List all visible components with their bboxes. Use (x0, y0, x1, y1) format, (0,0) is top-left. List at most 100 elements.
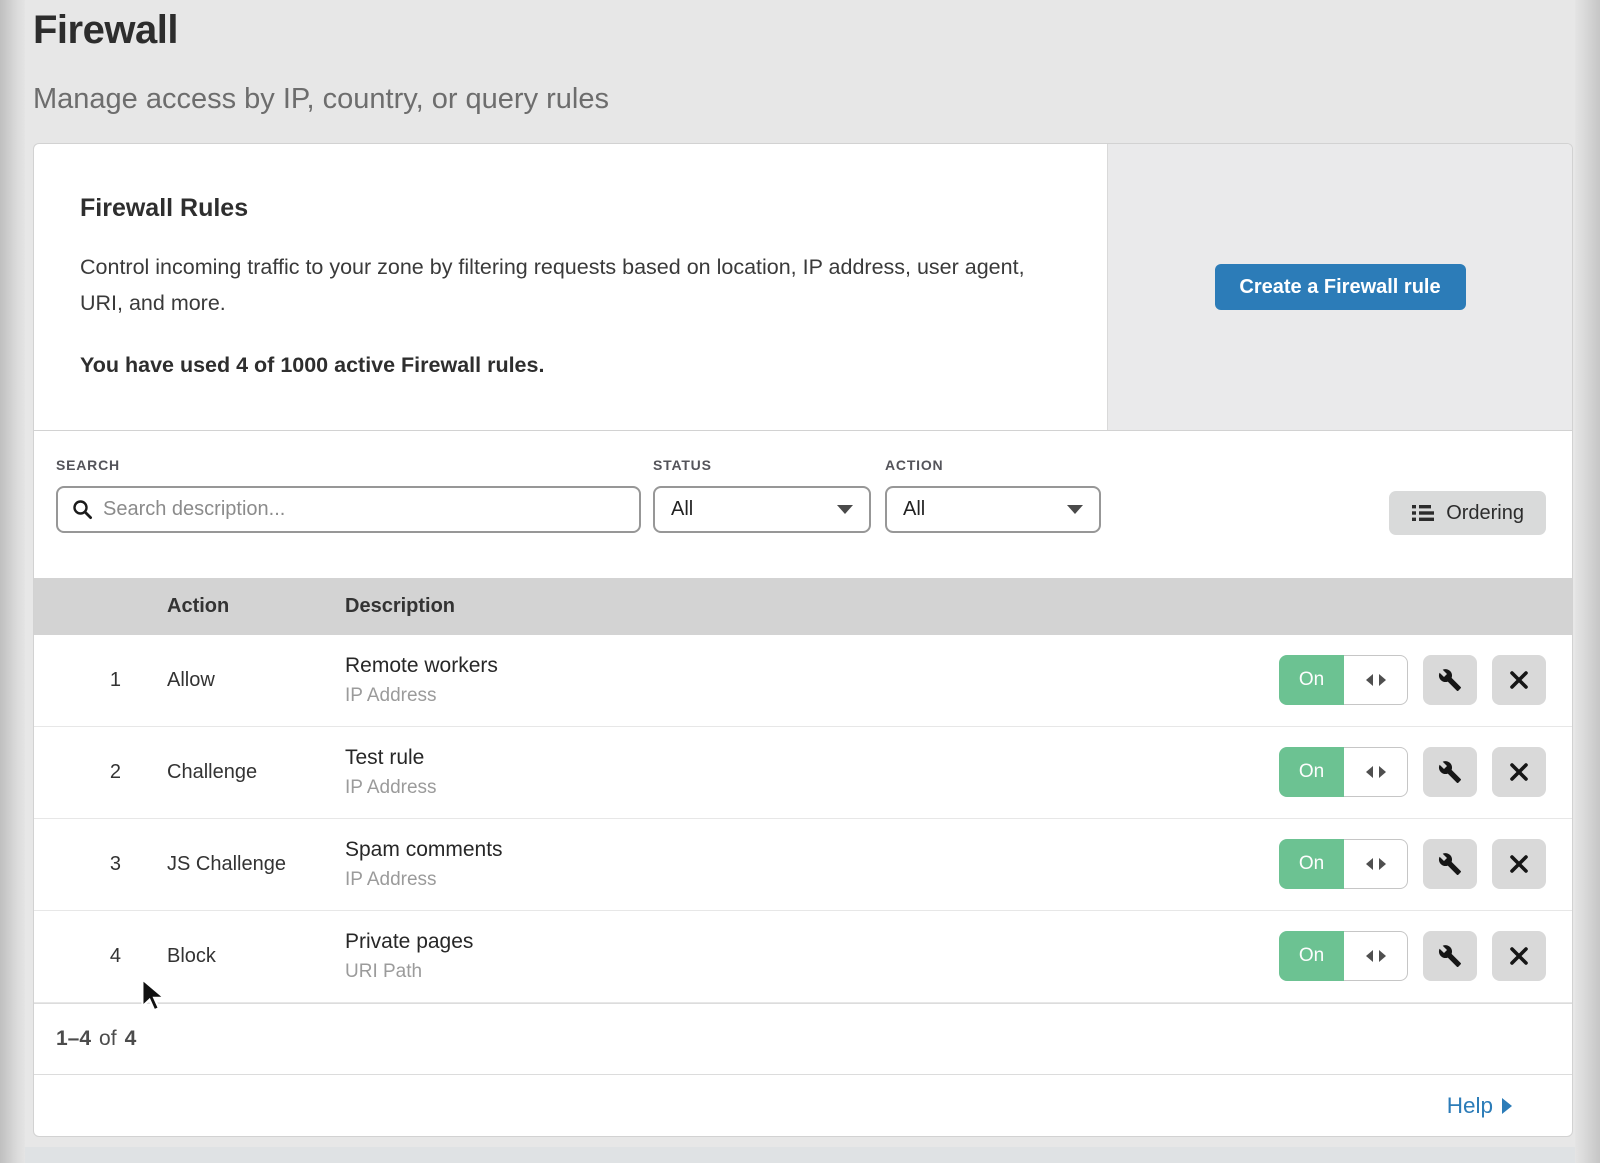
x-icon (1508, 669, 1530, 691)
right-triangle-icon (1502, 1098, 1512, 1114)
column-header-action: Action (167, 595, 345, 618)
x-icon (1508, 853, 1530, 875)
wrench-icon (1438, 760, 1462, 784)
rule-description: Private pages (345, 930, 1279, 954)
pagination-of: of (99, 1027, 117, 1051)
status-label: STATUS (653, 457, 871, 473)
x-icon (1508, 945, 1530, 967)
rule-controls: On (1279, 931, 1546, 981)
table-row: 1 Allow Remote workers IP Address On (34, 635, 1572, 727)
rules-table-body: 1 Allow Remote workers IP Address On (34, 635, 1572, 1003)
filters-bar: SEARCH STATUS All ACTION All (34, 431, 1572, 578)
page-title: Firewall (33, 8, 609, 53)
edit-rule-button[interactable] (1423, 839, 1477, 889)
status-select[interactable]: All (653, 486, 871, 533)
rule-priority: 4 (34, 945, 121, 968)
left-right-arrows-icon (1344, 839, 1408, 889)
window-right-edge (1575, 0, 1600, 1163)
rule-controls: On (1279, 839, 1546, 889)
toggle-state-label: On (1279, 747, 1344, 797)
rule-enabled-toggle[interactable]: On (1279, 655, 1408, 705)
left-right-arrows-icon (1344, 655, 1408, 705)
toggle-state-label: On (1279, 931, 1344, 981)
left-right-arrows-icon (1344, 747, 1408, 797)
delete-rule-button[interactable] (1492, 655, 1546, 705)
rule-description-cell: Spam comments IP Address (345, 838, 1279, 891)
search-icon (72, 499, 93, 520)
rule-description: Spam comments (345, 838, 1279, 862)
pagination: 1–4 of 4 (34, 1003, 1572, 1075)
caret-down-icon (837, 505, 853, 514)
rule-match-type: IP Address (345, 685, 1279, 707)
card-footer: Help (34, 1074, 1572, 1136)
search-input-wrap (56, 486, 641, 533)
create-firewall-rule-button[interactable]: Create a Firewall rule (1215, 264, 1466, 310)
pagination-range: 1–4 (56, 1027, 91, 1051)
rule-action: Block (167, 945, 345, 968)
rule-match-type: IP Address (345, 777, 1279, 799)
rule-controls: On (1279, 747, 1546, 797)
rule-action: JS Challenge (167, 853, 345, 876)
status-filter: STATUS All (653, 457, 871, 533)
firewall-rules-summary: Firewall Rules Control incoming traffic … (34, 144, 1107, 430)
action-select[interactable]: All (885, 486, 1101, 533)
rule-enabled-toggle[interactable]: On (1279, 839, 1408, 889)
firewall-rules-card: Firewall Rules Control incoming traffic … (33, 143, 1573, 430)
pagination-total: 4 (125, 1027, 137, 1051)
delete-rule-button[interactable] (1492, 931, 1546, 981)
table-row: 3 JS Challenge Spam comments IP Address … (34, 819, 1572, 911)
rules-usage-text: You have used 4 of 1000 active Firewall … (80, 353, 1047, 378)
page-subtitle: Manage access by IP, country, or query r… (33, 83, 609, 116)
rule-action: Allow (167, 669, 345, 692)
ordering-button[interactable]: Ordering (1389, 491, 1546, 535)
wrench-icon (1438, 944, 1462, 968)
wrench-icon (1438, 852, 1462, 876)
search-filter: SEARCH (56, 457, 641, 533)
card-title: Firewall Rules (80, 194, 1047, 223)
status-selected-value: All (671, 498, 693, 521)
rule-priority: 1 (34, 669, 121, 692)
rule-priority: 3 (34, 853, 121, 876)
action-selected-value: All (903, 498, 925, 521)
rule-controls: On (1279, 655, 1546, 705)
caret-down-icon (1067, 505, 1083, 514)
rule-description-cell: Private pages URI Path (345, 930, 1279, 983)
table-row: 4 Block Private pages URI Path On (34, 911, 1572, 1003)
rule-enabled-toggle[interactable]: On (1279, 931, 1408, 981)
edit-rule-button[interactable] (1423, 747, 1477, 797)
create-rule-panel: Create a Firewall rule (1107, 144, 1572, 430)
action-filter: ACTION All (885, 457, 1101, 533)
x-icon (1508, 761, 1530, 783)
search-input[interactable] (103, 498, 625, 521)
rule-match-type: IP Address (345, 869, 1279, 891)
left-right-arrows-icon (1344, 931, 1408, 981)
page-header: Firewall Manage access by IP, country, o… (33, 8, 609, 116)
delete-rule-button[interactable] (1492, 839, 1546, 889)
wrench-icon (1438, 668, 1462, 692)
rule-description-cell: Remote workers IP Address (345, 654, 1279, 707)
rule-action: Challenge (167, 761, 345, 784)
toggle-state-label: On (1279, 839, 1344, 889)
delete-rule-button[interactable] (1492, 747, 1546, 797)
action-label: ACTION (885, 457, 1101, 473)
help-link[interactable]: Help (1447, 1093, 1512, 1119)
rule-description-cell: Test rule IP Address (345, 746, 1279, 799)
rule-priority: 2 (34, 761, 121, 784)
edit-rule-button[interactable] (1423, 931, 1477, 981)
card-description: Control incoming traffic to your zone by… (80, 249, 1030, 321)
list-icon (1411, 502, 1435, 524)
edit-rule-button[interactable] (1423, 655, 1477, 705)
table-header: Action Description (34, 578, 1572, 635)
rule-description: Test rule (345, 746, 1279, 770)
window-left-edge (0, 0, 25, 1163)
search-label: SEARCH (56, 457, 641, 473)
ordering-button-label: Ordering (1446, 502, 1524, 525)
window-bottom-edge (0, 1147, 1600, 1163)
firewall-rules-list-card: SEARCH STATUS All ACTION All (33, 430, 1573, 1137)
toggle-state-label: On (1279, 655, 1344, 705)
rule-match-type: URI Path (345, 961, 1279, 983)
column-header-description: Description (345, 595, 455, 618)
rule-enabled-toggle[interactable]: On (1279, 747, 1408, 797)
rule-description: Remote workers (345, 654, 1279, 678)
table-row: 2 Challenge Test rule IP Address On (34, 727, 1572, 819)
